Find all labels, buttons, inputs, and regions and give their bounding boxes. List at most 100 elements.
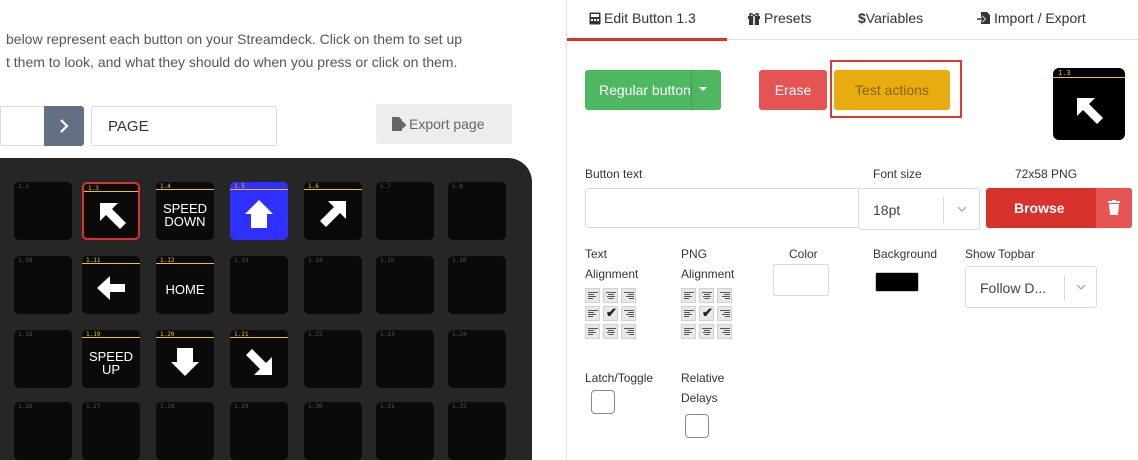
button-editor-panel: Edit Button 1.3 Presets $Variables Impor…: [566, 0, 1138, 460]
clear-png-button[interactable]: [1096, 188, 1132, 228]
deck-button[interactable]: 1.3: [82, 182, 140, 240]
align-bottom-left-cell[interactable]: [585, 324, 600, 339]
text-color-picker[interactable]: [773, 264, 829, 296]
text-alignment-grid: ✔: [585, 288, 639, 342]
erase-button[interactable]: Erase: [759, 70, 827, 110]
tab-import-export[interactable]: Import / Export: [977, 10, 1086, 26]
deck-button[interactable]: 1.13: [230, 256, 288, 314]
button-index-label: 1.5: [234, 183, 245, 190]
align-bottom-center-cell[interactable]: [603, 324, 618, 339]
button-index-label: 1.29: [234, 403, 249, 410]
dropdown-separator: [691, 70, 692, 110]
deck-button[interactable]: 1.26: [14, 402, 72, 460]
deck-button[interactable]: 1.32: [448, 402, 506, 460]
editor-tabs: Edit Button 1.3 Presets $Variables Impor…: [567, 0, 1138, 41]
deck-button[interactable]: 1.23: [376, 330, 434, 388]
align-bottom-left-cell[interactable]: [681, 324, 696, 339]
align-center-icon: [606, 292, 616, 299]
arrow-up-icon: [245, 200, 273, 228]
calculator-icon: [589, 12, 601, 25]
show-topbar-select[interactable]: Follow D...: [965, 266, 1097, 308]
tab-import-export-label: Import / Export: [994, 10, 1086, 26]
deck-button[interactable]: 1.19 SPEED UP: [82, 330, 140, 388]
button-text-input[interactable]: [585, 188, 859, 228]
align-middle-center-cell[interactable]: ✔: [699, 305, 714, 321]
page-number-input[interactable]: [0, 106, 44, 146]
button-type-label: Regular button: [599, 82, 691, 98]
deck-button[interactable]: 1.28: [156, 402, 214, 460]
deck-button[interactable]: 1.12 HOME: [156, 256, 214, 314]
next-page-button[interactable]: [44, 106, 84, 146]
deck-button[interactable]: 1.30: [304, 402, 362, 460]
trash-icon: [1108, 200, 1120, 215]
align-center-icon: [702, 328, 712, 335]
deck-button[interactable]: 1.2: [14, 182, 72, 240]
deck-button[interactable]: 1.16: [448, 256, 506, 314]
background-label: Background: [873, 247, 938, 261]
browse-label: Browse: [1014, 200, 1065, 216]
deck-button[interactable]: 1.15: [376, 256, 434, 314]
button-type-dropdown[interactable]: Regular button: [585, 70, 721, 110]
align-left-icon: [588, 328, 598, 335]
latch-toggle-checkbox[interactable]: [591, 390, 615, 414]
deck-button[interactable]: 1.14: [304, 256, 362, 314]
button-index-label: 1.22: [308, 331, 323, 338]
deck-button[interactable]: 1.29: [230, 402, 288, 460]
align-top-left-cell[interactable]: [585, 288, 600, 303]
align-bottom-right-cell[interactable]: [621, 324, 636, 339]
deck-button[interactable]: 1.10: [14, 256, 72, 314]
export-file-icon: [392, 117, 406, 131]
deck-button[interactable]: 1.20: [156, 330, 214, 388]
deck-button[interactable]: 1.4 SPEED DOWN: [156, 182, 214, 240]
align-middle-right-cell[interactable]: [621, 306, 636, 321]
button-index-label: 1.30: [308, 403, 323, 410]
tab-edit-button[interactable]: Edit Button 1.3: [589, 10, 696, 26]
align-top-center-cell[interactable]: [603, 288, 618, 303]
button-index-label: 1.11: [86, 257, 101, 264]
file-import-icon: [977, 12, 990, 24]
deck-button[interactable]: 1.27: [82, 402, 140, 460]
align-middle-left-cell[interactable]: [681, 306, 696, 321]
deck-button[interactable]: 1.6: [304, 182, 362, 240]
background-color-picker[interactable]: [875, 272, 919, 292]
font-size-select[interactable]: 18pt: [858, 188, 980, 230]
align-middle-right-cell[interactable]: [717, 306, 732, 321]
deck-button[interactable]: 1.22: [304, 330, 362, 388]
button-index-label: 1.28: [160, 403, 175, 410]
button-index-label: 1.24: [452, 331, 467, 338]
export-page-label: Export page: [409, 116, 485, 132]
tab-edit-label: Edit Button 1.3: [604, 10, 696, 26]
dollar-icon: $: [858, 10, 866, 26]
text-alignment-label-2: Alignment: [585, 267, 639, 281]
align-top-right-cell[interactable]: [717, 288, 732, 303]
tab-variables[interactable]: $Variables: [858, 10, 923, 26]
deck-button[interactable]: 1.21: [230, 330, 288, 388]
deck-button[interactable]: 1.24: [448, 330, 506, 388]
deck-button[interactable]: 1.5: [230, 182, 288, 240]
align-middle-left-cell[interactable]: [585, 306, 600, 321]
caret-down-icon[interactable]: [697, 82, 709, 96]
align-top-left-cell[interactable]: [681, 288, 696, 303]
deck-button[interactable]: 1.18: [14, 330, 72, 388]
page-name-input[interactable]: PAGE: [91, 106, 277, 146]
font-size-label: Font size: [873, 167, 922, 181]
deck-button[interactable]: 1.31: [376, 402, 434, 460]
align-top-center-cell[interactable]: [699, 288, 714, 303]
align-bottom-center-cell[interactable]: [699, 324, 714, 339]
deck-button[interactable]: 1.11: [82, 256, 140, 314]
align-bottom-right-cell[interactable]: [717, 324, 732, 339]
text-alignment-label: Text Alignment: [585, 246, 638, 283]
chevron-right-icon: [60, 119, 69, 133]
relative-delays-checkbox[interactable]: [685, 414, 709, 438]
align-middle-center-cell[interactable]: ✔: [603, 305, 618, 321]
deck-button[interactable]: 1.8: [448, 182, 506, 240]
arrow-down-icon: [171, 348, 199, 376]
deck-button[interactable]: 1.7: [376, 182, 434, 240]
arrow-up-left-icon: [1077, 98, 1103, 124]
button-index-label: 1.2: [18, 183, 29, 190]
button-index-label: 1.13: [234, 257, 249, 264]
align-top-right-cell[interactable]: [621, 288, 636, 303]
browse-png-button[interactable]: Browse: [986, 188, 1132, 228]
export-page-button[interactable]: Export page: [376, 104, 512, 144]
tab-presets[interactable]: Presets: [747, 10, 811, 26]
